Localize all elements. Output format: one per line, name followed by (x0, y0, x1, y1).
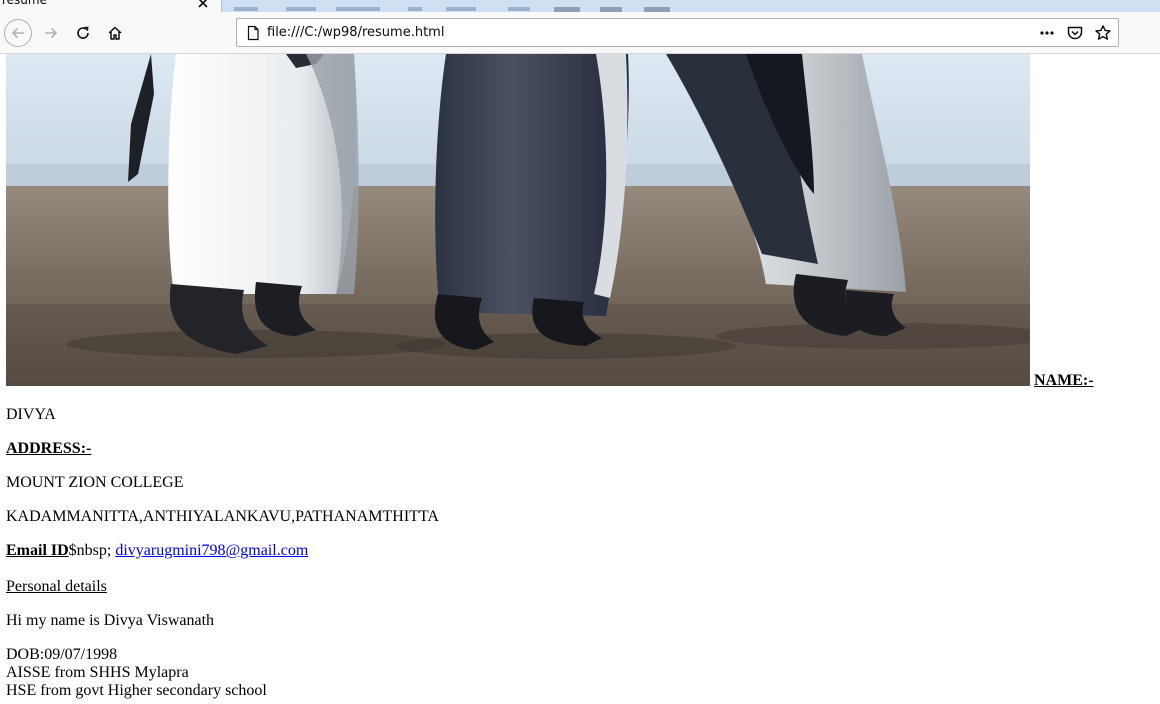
arrow-left-icon (11, 27, 24, 39)
navigation-toolbar: file:///C:/wp98/resume.html (0, 12, 1160, 54)
tab-strip: resume (0, 0, 1160, 12)
address-line-2: KADAMMANITTA,ANTHIYALANKAVU,PATHANAMTHIT… (6, 508, 439, 525)
tab-title: resume (2, 0, 47, 7)
address-bar[interactable]: file:///C:/wp98/resume.html (236, 18, 1119, 47)
home-button[interactable] (101, 19, 129, 47)
home-icon (108, 26, 122, 40)
email-label: Email ID (6, 542, 69, 559)
name-label: NAME:- (1034, 372, 1094, 389)
personal-details-heading: Personal details (6, 578, 107, 595)
bookmark-star-icon[interactable] (1094, 24, 1112, 42)
page-content: NAME:- DIVYA ADDRESS:- MOUNT ZION COLLEG… (0, 54, 1160, 704)
url-text[interactable]: file:///C:/wp98/resume.html (267, 25, 444, 41)
more-actions-icon[interactable] (1038, 24, 1056, 42)
forward-button[interactable] (37, 19, 65, 47)
page-icon (245, 25, 261, 41)
address-line-1: MOUNT ZION COLLEGE (6, 474, 184, 491)
address-label: ADDRESS:- (6, 440, 92, 457)
email-link[interactable]: divyarugmini798@gmail.com (115, 542, 308, 559)
pocket-icon[interactable] (1066, 24, 1084, 42)
name-value: DIVYA (6, 406, 56, 423)
tab-strip-background-icons (232, 0, 692, 12)
education-item: AISSE from SHHS Mylapra (6, 664, 189, 681)
education-item: HSE from govt Higher secondary school (6, 682, 267, 699)
penguins-photo (6, 54, 1030, 386)
close-icon[interactable] (196, 0, 210, 10)
reload-icon (77, 26, 89, 39)
arrow-right-icon (45, 27, 58, 39)
email-row: Email ID$nbsp; divyarugmini798@gmail.com (6, 541, 308, 560)
tab-active[interactable]: resume (0, 0, 222, 12)
dob-text: DOB:09/07/1998 (6, 646, 118, 663)
back-button[interactable] (4, 19, 32, 47)
intro-text: Hi my name is Divya Viswanath (6, 612, 215, 629)
reload-button[interactable] (69, 19, 97, 47)
email-separator: $nbsp; (68, 542, 116, 559)
